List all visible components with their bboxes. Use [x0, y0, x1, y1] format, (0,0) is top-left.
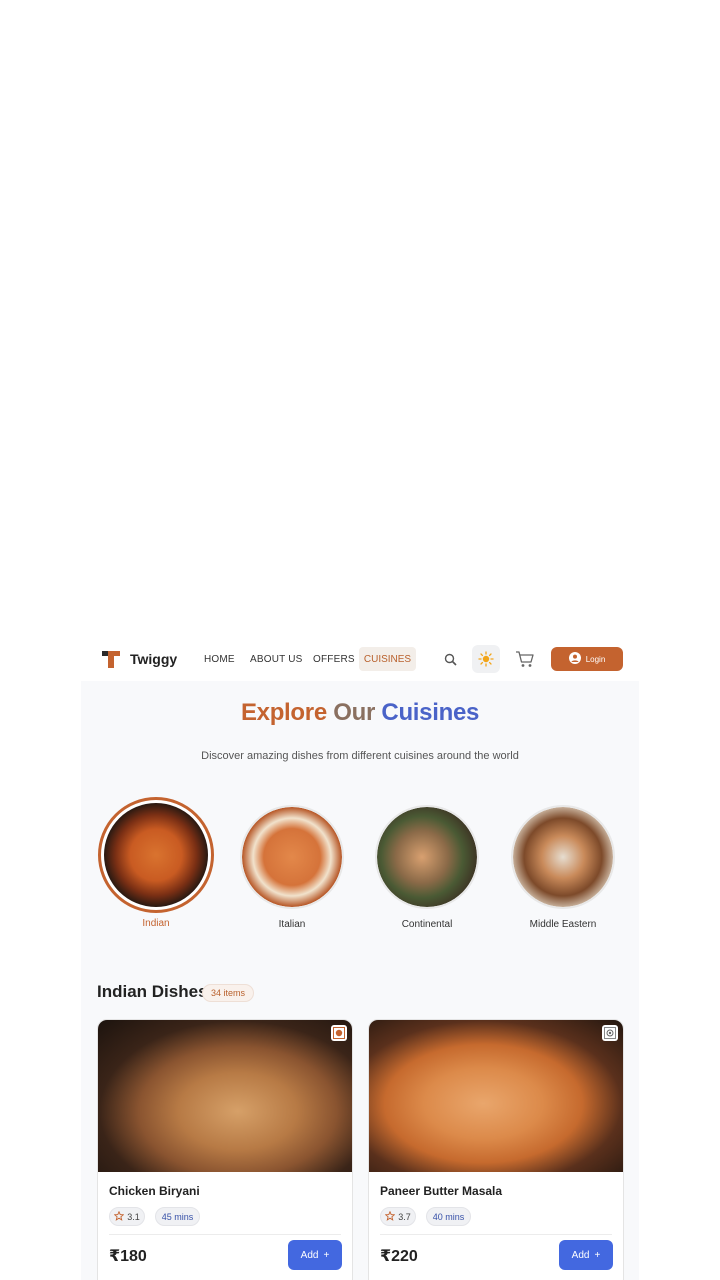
add-label: Add	[571, 1249, 590, 1261]
nav-cuisines[interactable]: CUISINES	[359, 647, 416, 671]
cuisine-image	[240, 805, 344, 909]
login-label: Login	[585, 654, 606, 664]
cuisine-indian[interactable]: Indian	[96, 797, 216, 929]
section-title: Indian Dishes	[97, 982, 208, 1001]
plus-icon: +	[594, 1249, 601, 1261]
cuisine-image	[511, 805, 615, 909]
rating-badge: 3.7	[380, 1207, 416, 1226]
cuisine-label: Italian	[278, 919, 306, 930]
navbar: Twiggy HOME ABOUT US OFFERS CUISINES Log…	[81, 637, 639, 681]
cuisine-label: Continental	[401, 919, 453, 930]
veg-icon	[602, 1025, 618, 1041]
cart-icon[interactable]	[513, 648, 537, 670]
plus-icon: +	[323, 1249, 330, 1261]
title-cuisines: Cuisines	[381, 699, 480, 726]
cuisine-image	[98, 797, 214, 913]
dish-name: Paneer Butter Masala	[380, 1184, 503, 1198]
title-explore: Explore	[240, 699, 327, 726]
time-badge: 40 mins	[426, 1207, 471, 1226]
dish-image	[98, 1020, 352, 1172]
cuisine-label: Middle Eastern	[529, 919, 597, 930]
cuisine-image	[375, 805, 479, 909]
card-divider	[109, 1234, 341, 1235]
non-veg-icon	[331, 1025, 347, 1041]
logo-icon[interactable]	[101, 649, 121, 669]
cuisine-italian[interactable]: Italian	[232, 805, 352, 930]
star-icon	[113, 1210, 125, 1223]
login-button[interactable]: Login	[551, 647, 623, 671]
user-icon	[568, 652, 581, 666]
rating-value: 3.1	[127, 1211, 140, 1222]
dish-card[interactable]: Chicken Biryani 3.1 45 mins ₹180 Add +	[97, 1019, 353, 1280]
nav-home[interactable]: HOME	[204, 654, 235, 665]
star-icon	[384, 1210, 396, 1223]
brand-name[interactable]: Twiggy	[130, 651, 177, 667]
cuisine-label: Indian	[142, 918, 170, 929]
cuisine-middle-eastern[interactable]: Middle Eastern	[503, 805, 623, 930]
search-icon[interactable]	[440, 649, 460, 669]
rating-badge: 3.1	[109, 1207, 145, 1226]
item-count-badge: 34 items	[202, 984, 255, 1002]
nav-offers[interactable]: OFFERS	[313, 654, 355, 665]
sun-icon[interactable]	[472, 645, 500, 673]
rating-value: 3.7	[398, 1211, 411, 1222]
time-badge: 45 mins	[155, 1207, 200, 1226]
dish-price: ₹220	[380, 1248, 418, 1265]
add-to-cart-button[interactable]: Add +	[559, 1240, 613, 1270]
add-to-cart-button[interactable]: Add +	[288, 1240, 342, 1270]
page-frame: Explore Our Cuisines Discover amazing di…	[81, 637, 639, 1280]
title-our: Our	[333, 699, 376, 726]
dish-name: Chicken Biryani	[109, 1184, 200, 1198]
nav-about-us[interactable]: ABOUT US	[250, 654, 303, 665]
dish-image	[369, 1020, 623, 1172]
dish-card[interactable]: Paneer Butter Masala 3.7 40 mins ₹220 Ad…	[368, 1019, 624, 1280]
add-label: Add	[300, 1249, 319, 1261]
page-title: Explore Our Cuisines	[81, 699, 639, 727]
cuisine-continental[interactable]: Continental	[367, 805, 487, 930]
card-divider	[380, 1234, 612, 1235]
page-subtitle: Discover amazing dishes from different c…	[201, 750, 519, 762]
dish-price: ₹180	[109, 1248, 147, 1265]
